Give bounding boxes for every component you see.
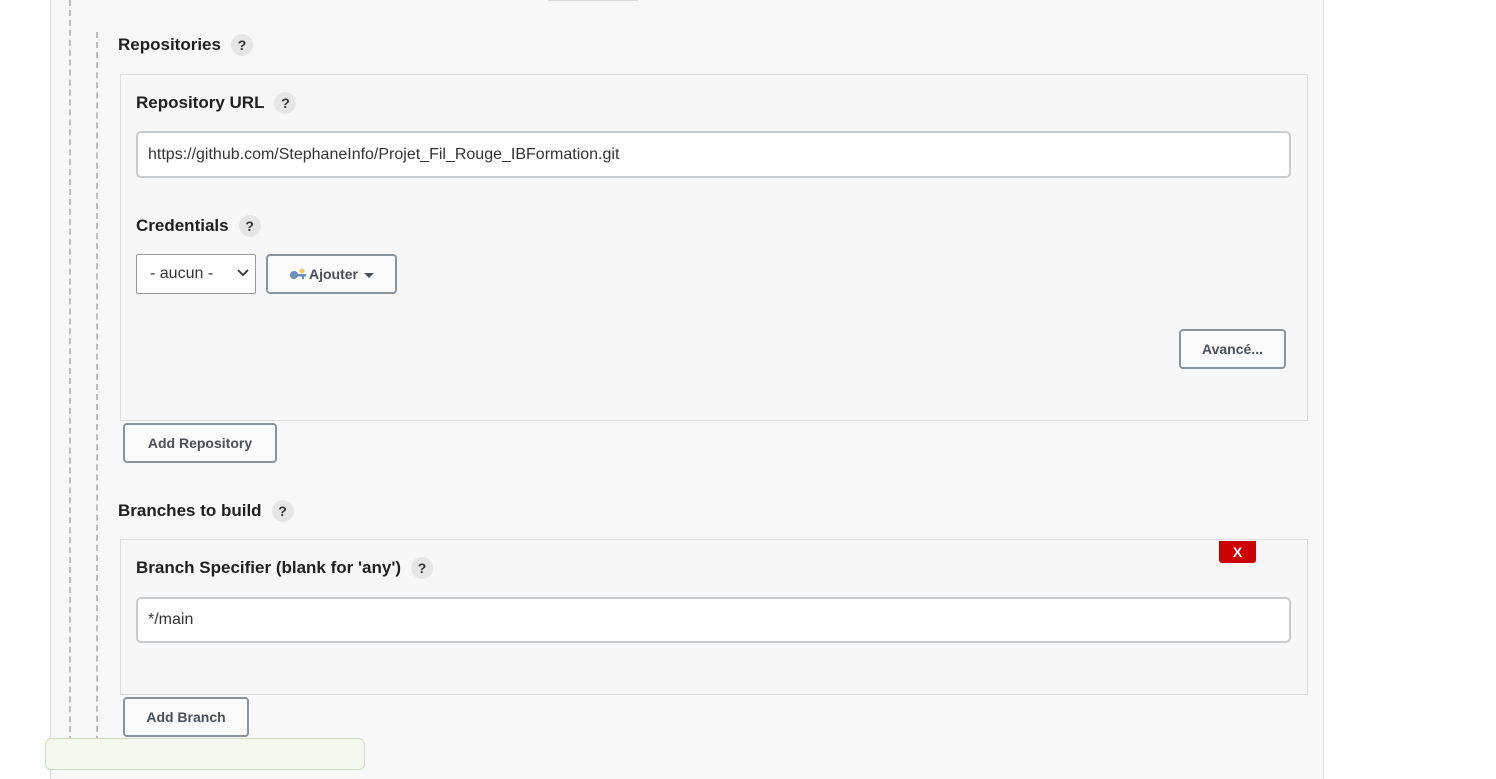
branches-label: Branches to build ? (118, 500, 294, 522)
add-branch-label: Add Branch (146, 709, 226, 725)
advanced-button[interactable]: Avancé... (1179, 329, 1286, 369)
credentials-label: Credentials ? (136, 215, 261, 237)
repository-entry (120, 74, 1308, 421)
key-icon (289, 268, 307, 280)
add-repository-button[interactable]: Add Repository (123, 423, 277, 463)
repository-url-help-icon[interactable]: ? (274, 92, 297, 114)
add-branch-button[interactable]: Add Branch (123, 697, 249, 737)
branch-specifier-label: Branch Specifier (blank for 'any') ? (136, 557, 434, 579)
repositories-label: Repositories ? (118, 34, 253, 56)
add-credentials-label: Ajouter (309, 266, 358, 282)
repository-url-label: Repository URL ? (136, 92, 297, 114)
repositories-title: Repositories (118, 35, 221, 54)
repository-url-title: Repository URL (136, 93, 265, 112)
nesting-guide-inner (96, 32, 98, 762)
chevron-down-icon (237, 263, 249, 286)
advanced-label: Avancé... (1202, 341, 1263, 357)
credentials-help-icon[interactable]: ? (238, 215, 261, 237)
caret-down-icon (364, 272, 374, 278)
section-divider (548, 0, 638, 1)
branch-specifier-title: Branch Specifier (blank for 'any') (136, 558, 402, 577)
nesting-guide-outer (69, 0, 71, 762)
repository-url-input[interactable] (136, 131, 1291, 178)
credentials-select[interactable]: - aucun - (136, 254, 256, 294)
branches-title: Branches to build (118, 501, 262, 520)
delete-branch-button[interactable]: X (1219, 541, 1256, 563)
credentials-title: Credentials (136, 216, 229, 235)
repositories-help-icon[interactable]: ? (230, 34, 253, 56)
add-credentials-button[interactable]: Ajouter (266, 254, 397, 294)
credentials-selected-value: - aucun - (150, 265, 214, 282)
add-repository-label: Add Repository (147, 435, 253, 451)
branches-help-icon[interactable]: ? (271, 500, 294, 522)
branch-specifier-help-icon[interactable]: ? (411, 557, 434, 579)
branch-specifier-input[interactable] (136, 597, 1291, 643)
notification-bar (45, 738, 365, 770)
